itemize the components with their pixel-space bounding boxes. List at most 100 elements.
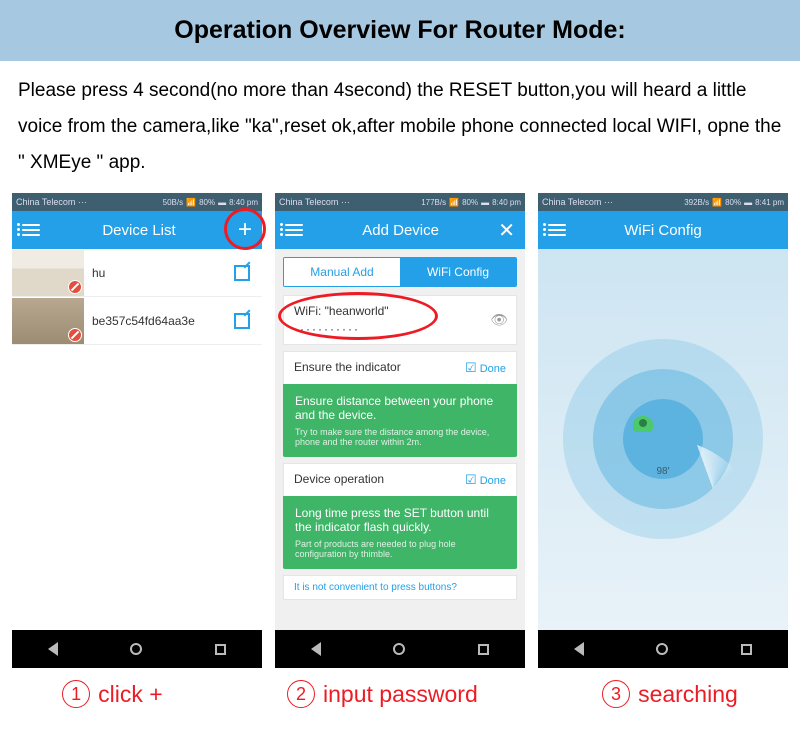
done-checkbox[interactable]: Done bbox=[465, 360, 506, 376]
app-bar: Device List + bbox=[12, 211, 262, 249]
info-main: Long time press the SET button until the… bbox=[295, 506, 505, 534]
device-name: hu bbox=[84, 266, 234, 280]
screen-title: WiFi Config bbox=[566, 222, 760, 239]
password-field[interactable]: ··········· bbox=[294, 322, 506, 336]
back-icon[interactable] bbox=[574, 642, 584, 656]
time-label: 8:40 pm bbox=[229, 198, 258, 207]
home-icon[interactable] bbox=[393, 643, 405, 655]
edit-icon[interactable] bbox=[234, 313, 250, 329]
battery-icon: ▬ bbox=[744, 198, 752, 207]
carrier-label: China Telecom ··· bbox=[542, 197, 613, 207]
carrier-label: China Telecom ··· bbox=[16, 197, 87, 207]
signal-icon: 📶 bbox=[449, 198, 459, 207]
battery-icon: ▬ bbox=[481, 198, 489, 207]
battery-label: 80% bbox=[462, 198, 478, 207]
recents-icon[interactable] bbox=[478, 644, 489, 655]
status-bar: China Telecom ··· 177B/s 📶 80% ▬ 8:40 pm bbox=[275, 193, 525, 211]
menu-icon[interactable] bbox=[548, 224, 566, 236]
step-number-icon: 1 bbox=[62, 680, 90, 708]
status-right: 50B/s 📶 80% ▬ 8:40 pm bbox=[163, 198, 258, 207]
wifi-credentials-box[interactable]: WiFi: "heanworld" ··········· 👁 bbox=[283, 295, 517, 345]
phone-add-device: China Telecom ··· 177B/s 📶 80% ▬ 8:40 pm… bbox=[275, 193, 525, 668]
indicator-info: Ensure distance between your phone and t… bbox=[283, 384, 517, 457]
done-checkbox[interactable]: Done bbox=[465, 472, 506, 488]
device-row[interactable]: hu bbox=[12, 249, 262, 297]
home-icon[interactable] bbox=[656, 643, 668, 655]
recents-icon[interactable] bbox=[741, 644, 752, 655]
camera-icon bbox=[633, 416, 653, 432]
menu-icon[interactable] bbox=[285, 224, 303, 236]
device-thumbnail bbox=[12, 298, 84, 344]
radar-body: 98' bbox=[538, 249, 788, 630]
tab-bar: Manual Add WiFi Config bbox=[283, 257, 517, 287]
operation-info: Long time press the SET button until the… bbox=[283, 496, 517, 569]
time-label: 8:41 pm bbox=[755, 198, 784, 207]
caption-text: click + bbox=[98, 681, 163, 708]
device-thumbnail bbox=[12, 250, 84, 296]
tab-wifi-config[interactable]: WiFi Config bbox=[400, 258, 516, 286]
device-row[interactable]: be357c54fd64aa3e bbox=[12, 297, 262, 345]
time-label: 8:40 pm bbox=[492, 198, 521, 207]
caption-2: 2 input password bbox=[287, 680, 478, 708]
caption-text: input password bbox=[323, 681, 478, 708]
back-icon[interactable] bbox=[311, 642, 321, 656]
status-right: 177B/s 📶 80% ▬ 8:40 pm bbox=[421, 198, 521, 207]
signal-icon: 📶 bbox=[712, 198, 722, 207]
back-icon[interactable] bbox=[48, 642, 58, 656]
offline-badge-icon bbox=[68, 328, 82, 342]
recents-icon[interactable] bbox=[215, 644, 226, 655]
wifi-name-label: WiFi: "heanworld" bbox=[294, 304, 506, 318]
cutoff-link[interactable]: It is not convenient to press buttons? bbox=[283, 575, 517, 600]
device-name: be357c54fd64aa3e bbox=[84, 314, 234, 328]
screenshots-row: China Telecom ··· 50B/s 📶 80% ▬ 8:40 pm … bbox=[0, 193, 800, 668]
phone-device-list: China Telecom ··· 50B/s 📶 80% ▬ 8:40 pm … bbox=[12, 193, 262, 668]
info-main: Ensure distance between your phone and t… bbox=[295, 394, 505, 422]
battery-label: 80% bbox=[199, 198, 215, 207]
section-title: Ensure the indicator bbox=[294, 360, 401, 376]
app-bar: WiFi Config bbox=[538, 211, 788, 249]
app-bar: Add Device ✕ bbox=[275, 211, 525, 249]
instruction-text: Please press 4 second(no more than 4seco… bbox=[0, 61, 800, 193]
caption-1: 1 click + bbox=[62, 680, 163, 708]
android-nav-bar bbox=[538, 630, 788, 668]
speed-label: 177B/s bbox=[421, 198, 446, 207]
android-nav-bar bbox=[275, 630, 525, 668]
tab-manual-add[interactable]: Manual Add bbox=[284, 258, 400, 286]
radar-area: 98' bbox=[538, 249, 788, 629]
info-sub: Part of products are needed to plug hole… bbox=[295, 539, 505, 559]
screen-title: Device List bbox=[40, 222, 238, 239]
battery-label: 80% bbox=[725, 198, 741, 207]
caption-text: searching bbox=[638, 681, 738, 708]
speed-label: 50B/s bbox=[163, 198, 183, 207]
caption-3: 3 searching bbox=[602, 680, 738, 708]
show-password-icon[interactable]: 👁 bbox=[490, 312, 508, 329]
info-sub: Try to make sure the distance among the … bbox=[295, 427, 505, 447]
carrier-label: China Telecom ··· bbox=[279, 197, 350, 207]
phone-wifi-config: China Telecom ··· 392B/s 📶 80% ▬ 8:41 pm… bbox=[538, 193, 788, 668]
section-title: Device operation bbox=[294, 472, 384, 488]
step-number-icon: 2 bbox=[287, 680, 315, 708]
add-button[interactable]: + bbox=[238, 216, 252, 244]
screen-title: Add Device bbox=[303, 222, 498, 239]
add-device-body: Manual Add WiFi Config WiFi: "heanworld"… bbox=[275, 249, 525, 630]
status-bar: China Telecom ··· 392B/s 📶 80% ▬ 8:41 pm bbox=[538, 193, 788, 211]
page-title: Operation Overview For Router Mode: bbox=[0, 16, 800, 45]
battery-icon: ▬ bbox=[218, 198, 226, 207]
step-number-icon: 3 bbox=[602, 680, 630, 708]
close-icon[interactable]: ✕ bbox=[498, 218, 515, 243]
indicator-header: Ensure the indicator Done bbox=[283, 351, 517, 384]
menu-icon[interactable] bbox=[22, 224, 40, 236]
device-list-body: hu be357c54fd64aa3e bbox=[12, 249, 262, 630]
operation-header: Device operation Done bbox=[283, 463, 517, 496]
signal-icon: 📶 bbox=[186, 198, 196, 207]
edit-icon[interactable] bbox=[234, 265, 250, 281]
status-bar: China Telecom ··· 50B/s 📶 80% ▬ 8:40 pm bbox=[12, 193, 262, 211]
captions-row: 1 click + 2 input password 3 searching bbox=[0, 668, 800, 720]
title-bar: Operation Overview For Router Mode: bbox=[0, 0, 800, 61]
home-icon[interactable] bbox=[130, 643, 142, 655]
android-nav-bar bbox=[12, 630, 262, 668]
offline-badge-icon bbox=[68, 280, 82, 294]
speed-label: 392B/s bbox=[684, 198, 709, 207]
angle-label: 98' bbox=[656, 466, 669, 477]
status-right: 392B/s 📶 80% ▬ 8:41 pm bbox=[684, 198, 784, 207]
